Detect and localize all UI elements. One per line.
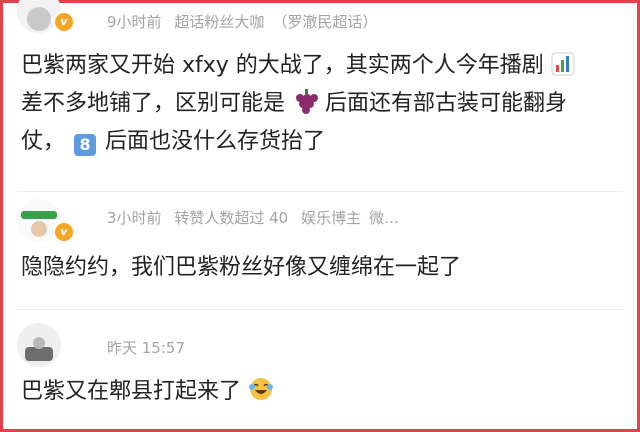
- comment-reposts: 转赞人数超过 40: [174, 209, 289, 227]
- comment-meta: 3小时前 转赞人数超过 40 娱乐博主 微…: [107, 207, 407, 228]
- comment-time: 9小时前: [107, 13, 162, 31]
- comment-trail: 微…: [368, 209, 399, 227]
- grapes-emoji-icon: [292, 88, 319, 125]
- comment-time: 昨天 15:57: [107, 339, 185, 357]
- comment-body: 隐隐约约，我们巴紫粉丝好像又缠绵在一起了: [21, 251, 621, 285]
- avatar-2[interactable]: v: [17, 199, 87, 247]
- comment-text: 差不多地铺了，区别可能是: [21, 91, 286, 116]
- comment-text: 巴紫两家又开始 xfxy 的大战了，其实两个人今年播剧: [21, 53, 544, 78]
- divider: [17, 191, 623, 192]
- avatar-art-icon: [17, 323, 61, 367]
- comment-text: 隐隐约约，我们巴紫粉丝好像又缠绵在一起了: [21, 255, 462, 280]
- verified-badge-icon: v: [53, 221, 75, 243]
- laughing-crying-emoji-icon: [248, 376, 274, 413]
- avatar-image: [17, 323, 61, 367]
- comment-text: 仗，: [21, 129, 66, 154]
- comment-meta: 昨天 15:57: [107, 337, 193, 358]
- comment-tag: （罗澈民超话）: [272, 13, 378, 31]
- avatar-3[interactable]: [17, 323, 87, 371]
- keycap-8-icon: 8: [74, 134, 97, 156]
- avatar-1[interactable]: v: [17, 0, 87, 37]
- comment-text: 后面还有部古装可能翻身: [325, 91, 568, 116]
- comment-body: 巴紫又在郫县打起来了: [21, 375, 621, 413]
- chart-emoji-icon: [551, 52, 575, 87]
- comment-meta: 9小时前 超话粉丝大咖 （罗澈民超话）: [107, 11, 385, 32]
- comment-text: 巴紫又在郫县打起来了: [21, 379, 242, 404]
- comment-body: 巴紫两家又开始 xfxy 的大战了，其实两个人今年播剧 差不多地铺了，区别可能是…: [21, 49, 621, 159]
- comment-text: 后面也没什么存货抬了: [105, 129, 326, 154]
- comment-role: 娱乐博主: [300, 209, 361, 227]
- comment-source: 超话粉丝大咖: [174, 13, 265, 31]
- verified-badge-icon: v: [53, 11, 75, 33]
- divider: [17, 309, 623, 310]
- comment-time: 3小时前: [107, 209, 162, 227]
